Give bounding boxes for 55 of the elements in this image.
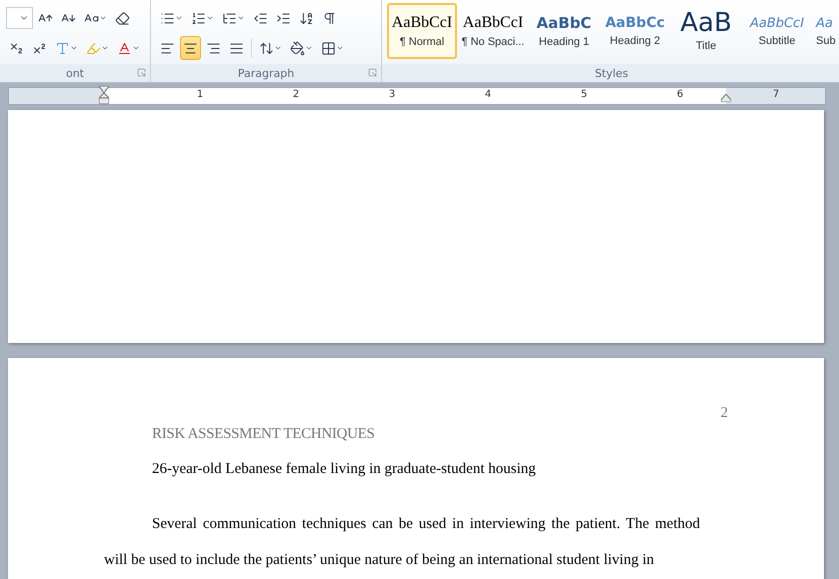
ruler-number: 6 <box>676 89 684 100</box>
decrease-indent-icon <box>253 10 268 26</box>
caret-icon <box>305 44 313 52</box>
title-line: 26-year-old Lebanese female living in graduate-student housing <box>152 461 536 478</box>
caret-icon <box>132 44 140 52</box>
group-label: Styles <box>594 66 628 80</box>
caret-icon <box>237 14 245 22</box>
font-size-field[interactable] <box>6 7 33 29</box>
multilevel-list-icon <box>222 10 237 26</box>
caret-icon <box>336 44 344 52</box>
sort-icon <box>299 10 314 26</box>
borders-icon <box>321 40 336 56</box>
caret-icon <box>99 14 107 22</box>
center-button[interactable] <box>180 36 201 60</box>
caret-icon <box>175 14 183 22</box>
caret-icon <box>206 14 214 22</box>
group-label: Paragraph <box>238 66 294 80</box>
caret-icon <box>101 44 109 52</box>
font-color-icon <box>117 40 132 56</box>
ruler-number: 1 <box>196 89 204 100</box>
bullets-icon <box>160 10 175 26</box>
justify-icon <box>229 40 244 56</box>
ruler-number: 4 <box>484 89 492 100</box>
text-effects-icon <box>55 40 70 56</box>
pilcrow-icon <box>322 10 337 26</box>
superscript-icon <box>32 40 47 56</box>
caret-icon <box>274 44 282 52</box>
indent-marker-icon[interactable] <box>99 86 109 104</box>
style-option[interactable]: AaBbCcI ¶ No Spaci... <box>458 3 528 59</box>
align-center-icon <box>183 40 198 56</box>
style-option[interactable]: AaBbCcI Subtitle <box>742 3 812 59</box>
style-option[interactable]: Aa Sub <box>813 3 839 59</box>
style-option[interactable]: AaBbCcI ¶ Normal <box>387 3 457 59</box>
eraser-icon <box>115 10 130 26</box>
align-right-icon <box>206 40 221 56</box>
caret-icon <box>70 44 78 52</box>
line-spacing-icon <box>259 40 274 56</box>
ruler-number: 5 <box>580 89 588 100</box>
align-left-icon <box>160 40 175 56</box>
page-number: 2 <box>720 405 728 422</box>
numbering-icon <box>191 10 206 26</box>
style-option[interactable]: AaBbC Heading 1 <box>529 3 599 59</box>
highlighter-icon <box>86 40 101 56</box>
body-paragraph: Several communication techniques can be used in interviewing the patient. The method will be used to include the patients’ unique nature of being an international student living in <box>104 515 700 570</box>
subscript-icon <box>9 40 24 56</box>
ruler-number: 3 <box>388 89 396 100</box>
style-option[interactable]: AaB Title <box>671 3 741 59</box>
style-option[interactable]: AaBbCc Heading 2 <box>600 3 670 59</box>
increase-indent-icon <box>276 10 291 26</box>
right-indent-marker-icon[interactable] <box>721 94 731 102</box>
running-head: RISK ASSESSMENT TECHNIQUES <box>152 426 375 443</box>
group-label: ont <box>66 66 84 80</box>
paint-bucket-icon <box>290 40 305 56</box>
ruler-number: 7 <box>772 89 780 100</box>
ruler-number: 2 <box>292 89 300 100</box>
